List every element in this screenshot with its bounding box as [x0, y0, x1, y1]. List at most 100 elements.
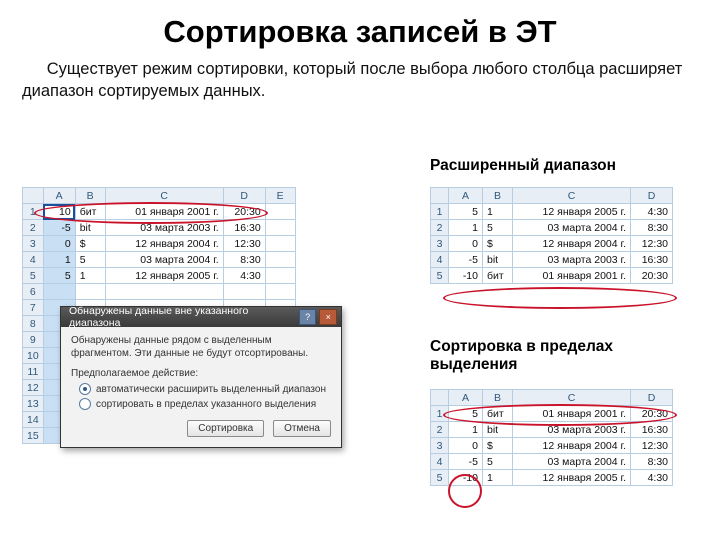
row-header[interactable]: 6 [23, 284, 44, 300]
row-header[interactable]: 1 [431, 406, 449, 422]
cancel-button[interactable]: Отмена [273, 420, 331, 437]
cell[interactable]: бит [75, 204, 105, 220]
column-header[interactable]: E [265, 188, 295, 204]
close-icon[interactable]: × [319, 309, 337, 325]
cell[interactable]: 03 марта 2004 г. [513, 220, 631, 236]
row-header[interactable]: 15 [23, 428, 44, 444]
cell[interactable] [265, 204, 295, 220]
cell[interactable]: 5 [483, 454, 513, 470]
cell[interactable] [43, 284, 75, 300]
row-header[interactable]: 10 [23, 348, 44, 364]
cell[interactable]: 0 [449, 438, 483, 454]
cell[interactable]: 5 [449, 204, 483, 220]
row-header[interactable]: 4 [431, 252, 449, 268]
cell[interactable]: -10 [449, 470, 483, 486]
row-header[interactable]: 3 [23, 236, 44, 252]
cell[interactable]: 12 января 2005 г. [513, 470, 631, 486]
cell[interactable]: 1 [483, 204, 513, 220]
row-header[interactable]: 13 [23, 396, 44, 412]
cell[interactable]: bit [483, 422, 513, 438]
cell[interactable]: 20:30 [631, 268, 673, 284]
cell[interactable]: 4:30 [631, 470, 673, 486]
column-header[interactable]: B [483, 188, 513, 204]
row-header[interactable]: 8 [23, 316, 44, 332]
cell[interactable]: bit [75, 220, 105, 236]
row-header[interactable]: 9 [23, 332, 44, 348]
cell[interactable] [265, 252, 295, 268]
cell[interactable]: 4:30 [223, 268, 265, 284]
radio-expand[interactable]: автоматически расширить выделенный диапа… [79, 383, 331, 395]
cell[interactable] [265, 268, 295, 284]
cell[interactable]: 1 [43, 252, 75, 268]
cell[interactable]: 5 [43, 268, 75, 284]
cell[interactable]: 8:30 [631, 454, 673, 470]
cell[interactable]: бит [483, 268, 513, 284]
cell[interactable]: 12 января 2004 г. [513, 236, 631, 252]
cell[interactable]: 12:30 [631, 438, 673, 454]
cell[interactable]: -5 [43, 220, 75, 236]
cell[interactable]: 12 января 2004 г. [105, 236, 223, 252]
cell[interactable]: 03 марта 2004 г. [105, 252, 223, 268]
column-header[interactable]: D [631, 390, 673, 406]
row-header[interactable]: 3 [431, 236, 449, 252]
radio-within[interactable]: сортировать в пределах указанного выделе… [79, 398, 331, 410]
row-header[interactable]: 7 [23, 300, 44, 316]
cell[interactable]: 8:30 [223, 252, 265, 268]
cell[interactable]: 16:30 [631, 252, 673, 268]
cell[interactable]: 01 января 2001 г. [105, 204, 223, 220]
cell[interactable]: 4:30 [631, 204, 673, 220]
cell[interactable]: 12 января 2005 г. [105, 268, 223, 284]
cell[interactable]: 10 [43, 204, 75, 220]
cell[interactable]: -5 [449, 252, 483, 268]
column-header[interactable]: C [513, 188, 631, 204]
row-header[interactable]: 1 [23, 204, 44, 220]
cell[interactable]: -10 [449, 268, 483, 284]
cell[interactable]: 03 марта 2003 г. [105, 220, 223, 236]
row-header[interactable]: 4 [23, 252, 44, 268]
row-header[interactable]: 5 [23, 268, 44, 284]
cell[interactable]: 1 [449, 422, 483, 438]
column-header[interactable]: B [483, 390, 513, 406]
row-header[interactable]: 11 [23, 364, 44, 380]
cell[interactable]: 03 марта 2004 г. [513, 454, 631, 470]
row-header[interactable]: 2 [23, 220, 44, 236]
help-icon[interactable]: ? [299, 309, 317, 325]
column-header[interactable]: C [513, 390, 631, 406]
cell[interactable]: 12 января 2005 г. [513, 204, 631, 220]
column-header[interactable]: A [449, 390, 483, 406]
cell[interactable]: 16:30 [223, 220, 265, 236]
cell[interactable]: 5 [75, 252, 105, 268]
row-header[interactable]: 2 [431, 220, 449, 236]
cell[interactable] [265, 236, 295, 252]
cell[interactable]: 0 [449, 236, 483, 252]
cell[interactable]: -5 [449, 454, 483, 470]
row-header[interactable]: 4 [431, 454, 449, 470]
cell[interactable]: 1 [75, 268, 105, 284]
cell[interactable]: 16:30 [631, 422, 673, 438]
cell[interactable]: $ [483, 236, 513, 252]
cell[interactable]: 12:30 [631, 236, 673, 252]
cell[interactable]: 20:30 [631, 406, 673, 422]
cell[interactable]: 8:30 [631, 220, 673, 236]
cell[interactable]: 1 [483, 470, 513, 486]
cell[interactable]: 5 [449, 406, 483, 422]
cell[interactable]: $ [75, 236, 105, 252]
cell[interactable]: bit [483, 252, 513, 268]
column-header[interactable]: D [631, 188, 673, 204]
row-header[interactable]: 12 [23, 380, 44, 396]
cell[interactable]: 1 [449, 220, 483, 236]
cell[interactable]: 0 [43, 236, 75, 252]
column-header[interactable]: A [449, 188, 483, 204]
row-header[interactable]: 5 [431, 470, 449, 486]
cell[interactable]: 03 марта 2003 г. [513, 422, 631, 438]
sort-button[interactable]: Сортировка [187, 420, 264, 437]
cell[interactable] [265, 220, 295, 236]
column-header[interactable]: D [223, 188, 265, 204]
cell[interactable] [223, 284, 265, 300]
row-header[interactable]: 3 [431, 438, 449, 454]
cell[interactable] [75, 284, 105, 300]
cell[interactable]: 20:30 [223, 204, 265, 220]
cell[interactable]: 01 января 2001 г. [513, 406, 631, 422]
row-header[interactable]: 5 [431, 268, 449, 284]
cell[interactable] [265, 284, 295, 300]
